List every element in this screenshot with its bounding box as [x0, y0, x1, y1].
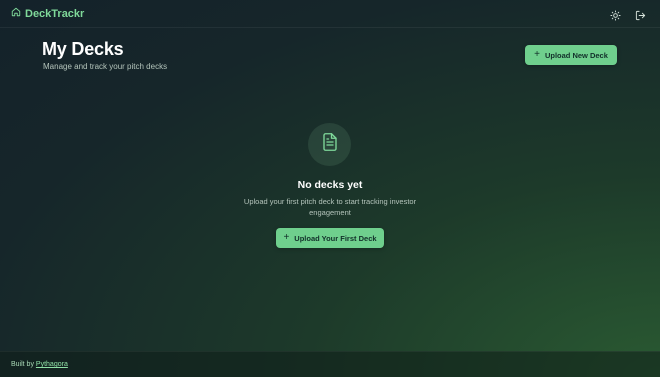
footer: Built by Pythagora: [0, 351, 660, 377]
empty-state-icon-circle: [308, 123, 351, 166]
empty-state-title: No decks yet: [297, 179, 363, 191]
pythagora-link[interactable]: Pythagora: [36, 361, 68, 368]
document-icon: [321, 132, 339, 157]
page-title: My Decks: [42, 39, 124, 59]
upload-new-deck-button[interactable]: + Upload New Deck: [525, 45, 617, 65]
empty-state-description: Upload your first pitch deck to start tr…: [243, 197, 417, 217]
logout-button[interactable]: [635, 8, 646, 21]
brand-logo-link[interactable]: DeckTrackr: [11, 7, 84, 20]
footer-text: Built by Pythagora: [11, 361, 68, 368]
sun-icon: [610, 8, 621, 25]
top-navigation-bar: DeckTrackr: [0, 0, 660, 28]
theme-toggle-button[interactable]: [610, 8, 621, 21]
brand-name: DeckTrackr: [25, 7, 85, 20]
page-subtitle: Manage and track your pitch decks: [43, 62, 168, 71]
upload-first-deck-button[interactable]: + Upload Your First Deck: [276, 228, 384, 248]
footer-prefix: Built by: [11, 361, 34, 368]
upload-first-deck-label: Upload Your First Deck: [294, 233, 377, 243]
logout-icon: [635, 8, 646, 25]
home-icon: [11, 7, 21, 20]
plus-icon: +: [534, 49, 540, 60]
plus-icon: +: [283, 232, 290, 243]
upload-new-deck-label: Upload New Deck: [544, 50, 608, 60]
